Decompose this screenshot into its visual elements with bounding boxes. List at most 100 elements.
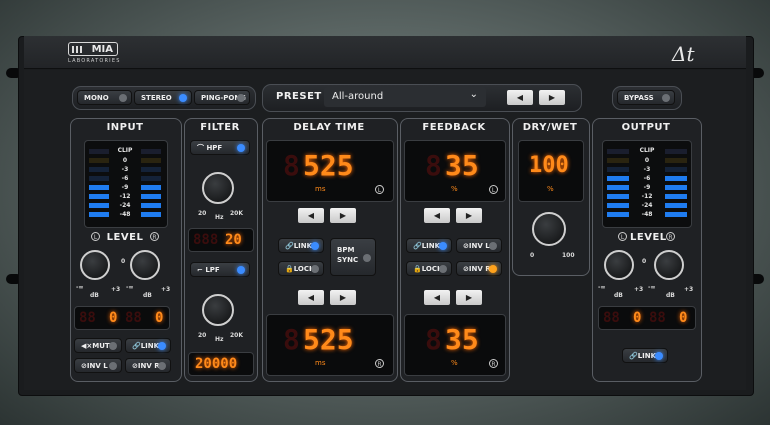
filter-title: FILTER bbox=[200, 122, 240, 133]
delay-left-prev-button[interactable]: ◀ bbox=[298, 208, 324, 223]
delay-link-button[interactable]: 🔗LINK bbox=[278, 238, 324, 253]
output-level-knob-left[interactable] bbox=[604, 250, 634, 280]
input-inv-r-button[interactable]: ⊘INV R bbox=[125, 358, 171, 373]
feedback-right-display: 8 35 % R bbox=[404, 314, 506, 376]
input-level-knob-right[interactable] bbox=[130, 250, 160, 280]
feedback-left-next-button[interactable]: ▶ bbox=[456, 208, 482, 223]
meter-bar bbox=[665, 203, 687, 208]
right-channel-icon: R bbox=[666, 232, 675, 241]
knob-min-label: -∞ bbox=[648, 284, 656, 291]
speaker-icon: ◀× bbox=[81, 342, 93, 350]
feedback-inv-r-button[interactable]: ⊘INV R bbox=[456, 261, 502, 276]
meter-scale-label: -48 bbox=[119, 211, 131, 218]
lock-icon: 🔒 bbox=[413, 265, 422, 273]
meter-bar bbox=[89, 185, 109, 190]
meter-bar bbox=[665, 158, 687, 163]
knob-min-label: -∞ bbox=[598, 284, 606, 291]
input-inv-l-button[interactable]: ⊘INV L bbox=[74, 358, 122, 373]
delay-right-next-button[interactable]: ▶ bbox=[330, 290, 356, 305]
lock-icon: 🔒 bbox=[285, 265, 294, 273]
feedback-inv-l-button[interactable]: ⊘INV L bbox=[456, 238, 502, 253]
input-level-label: LEVEL bbox=[106, 232, 144, 243]
knob-max-label: 20K bbox=[230, 210, 243, 217]
meter-bar bbox=[665, 176, 687, 181]
input-level-knob-left[interactable] bbox=[80, 250, 110, 280]
feedback-lock-button[interactable]: 🔒LOCK bbox=[406, 261, 452, 276]
delay-unit: ms bbox=[315, 359, 326, 367]
preset-dropdown[interactable]: All-around ⌄ bbox=[324, 87, 486, 107]
meter-bar bbox=[607, 158, 629, 163]
delay-right-prev-button[interactable]: ◀ bbox=[298, 290, 324, 305]
preset-next-button[interactable]: ▶ bbox=[539, 90, 565, 105]
input-level-readout: 88 0 88 0 bbox=[74, 306, 170, 330]
meter-scale-label: -9 bbox=[643, 184, 651, 191]
drywet-knob[interactable] bbox=[532, 212, 566, 246]
meter-bar bbox=[665, 185, 687, 190]
feedback-right-next-button[interactable]: ▶ bbox=[456, 290, 482, 305]
output-readout-left: 0 bbox=[633, 310, 642, 326]
knob-unit-label: dB bbox=[143, 292, 152, 299]
delay-left-next-button[interactable]: ▶ bbox=[330, 208, 356, 223]
link-icon: 🔗 bbox=[629, 352, 638, 360]
feedback-link-button[interactable]: 🔗LINK bbox=[406, 238, 452, 253]
input-readout-right: 0 bbox=[155, 310, 164, 326]
mono-button[interactable]: MONO bbox=[77, 90, 132, 105]
knob-max-label: 100 bbox=[562, 252, 575, 259]
lpf-knob[interactable] bbox=[202, 294, 234, 326]
meter-bar bbox=[141, 212, 161, 217]
feedback-title: FEEDBACK bbox=[422, 122, 486, 133]
meter-bar bbox=[89, 176, 109, 181]
feedback-right-prev-button[interactable]: ◀ bbox=[424, 290, 450, 305]
meter-bar bbox=[141, 149, 161, 154]
chevron-down-icon: ⌄ bbox=[469, 89, 478, 100]
knob-zero-label: 0 bbox=[642, 258, 647, 265]
right-channel-icon: R bbox=[489, 359, 498, 368]
meter-scale-label: -24 bbox=[641, 202, 653, 209]
output-title: OUTPUT bbox=[621, 122, 671, 133]
meter-clip-label: CLIP bbox=[639, 147, 655, 154]
product-symbol: Δt bbox=[672, 42, 695, 66]
input-link-button[interactable]: 🔗LINK bbox=[125, 338, 171, 353]
pingpong-button[interactable]: PING-PONG bbox=[194, 90, 250, 105]
left-channel-icon: L bbox=[618, 232, 627, 241]
knob-max-label: +3 bbox=[684, 286, 694, 293]
meter-bar bbox=[141, 176, 161, 181]
output-readout-right: 0 bbox=[679, 310, 688, 326]
meter-bar bbox=[607, 194, 629, 199]
hpf-knob[interactable] bbox=[202, 172, 234, 204]
meter-scale-label: -48 bbox=[641, 211, 653, 218]
feedback-left-prev-button[interactable]: ◀ bbox=[424, 208, 450, 223]
link-icon: 🔗 bbox=[413, 242, 422, 250]
delay-lock-button[interactable]: 🔒LOCK bbox=[278, 261, 324, 276]
preset-prev-button[interactable]: ◀ bbox=[507, 90, 533, 105]
bypass-button[interactable]: BYPASS bbox=[617, 90, 675, 105]
meter-scale-label: -6 bbox=[121, 175, 129, 182]
drywet-display: 100 % bbox=[518, 140, 584, 202]
meter-scale-label: -12 bbox=[641, 193, 653, 200]
hpf-button[interactable]: ⌒ HPF bbox=[190, 140, 250, 155]
meter-bar bbox=[141, 158, 161, 163]
meter-bar bbox=[665, 149, 687, 154]
meter-bar bbox=[89, 158, 109, 163]
output-link-button[interactable]: 🔗LINK bbox=[622, 348, 668, 363]
hpf-value: 20 bbox=[225, 232, 242, 248]
right-channel-icon: R bbox=[375, 359, 384, 368]
lpf-readout: 20000 bbox=[188, 352, 254, 376]
lpf-button[interactable]: ⌐ LPF bbox=[190, 262, 250, 277]
meter-bar bbox=[607, 176, 629, 181]
mute-button[interactable]: ◀×MUTE bbox=[74, 338, 122, 353]
header-bar bbox=[24, 36, 746, 69]
stereo-button[interactable]: STEREO bbox=[134, 90, 192, 105]
bpm-sync-button[interactable]: BPM SYNC bbox=[330, 238, 376, 276]
meter-scale-label: -3 bbox=[121, 166, 129, 173]
link-icon: 🔗 bbox=[285, 242, 294, 250]
meter-bar bbox=[141, 185, 161, 190]
drywet-value: 100 bbox=[529, 153, 569, 178]
drywet-unit: % bbox=[547, 185, 554, 193]
left-channel-icon: L bbox=[489, 185, 498, 194]
meter-bar bbox=[665, 212, 687, 217]
meter-scale-label: -12 bbox=[119, 193, 131, 200]
output-level-knob-right[interactable] bbox=[654, 250, 684, 280]
meter-scale-label: -9 bbox=[121, 184, 129, 191]
meter-bar bbox=[89, 203, 109, 208]
